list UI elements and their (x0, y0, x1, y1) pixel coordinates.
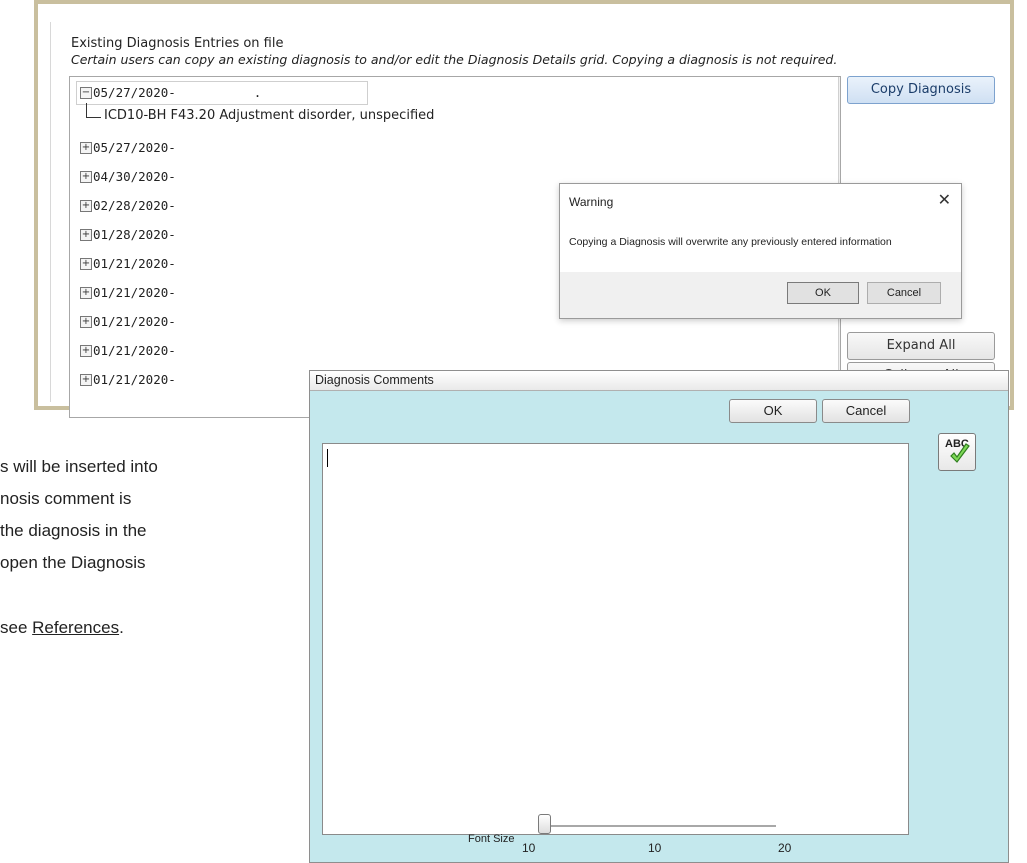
collapse-icon[interactable]: − (80, 86, 92, 99)
tree-item-1[interactable]: +05/27/2020- (80, 140, 176, 155)
slider-max-label: 20 (778, 841, 792, 855)
checkmark-icon (950, 443, 970, 463)
comments-titlebar[interactable]: Diagnosis Comments (310, 371, 1008, 391)
doc-text-line-1: s will be inserted into (0, 457, 158, 476)
tree-item-9[interactable]: +01/21/2020- (80, 372, 176, 387)
tree-item-6[interactable]: +01/21/2020- (80, 285, 176, 300)
existing-heading: Existing Diagnosis Entries on file (71, 36, 284, 51)
comments-ok-button[interactable]: OK (729, 399, 817, 423)
comments-textarea[interactable] (322, 443, 909, 835)
references-link[interactable]: References (32, 618, 119, 637)
tree-item-label: 01/21/2020- (93, 372, 176, 387)
slider-min-label: 10 (522, 841, 536, 855)
font-size-slider-track[interactable] (538, 825, 776, 827)
warning-cancel-button[interactable]: Cancel (867, 282, 941, 304)
tree-item-3[interactable]: +02/28/2020- (80, 198, 176, 213)
doc-text-line-2: nosis comment is (0, 489, 132, 508)
tree-item-label: 05/27/2020- (93, 85, 176, 100)
tree-connector (86, 103, 101, 118)
tree-item-2[interactable]: +04/30/2020- (80, 169, 176, 184)
tree-item-label: 01/21/2020- (93, 314, 176, 329)
warning-message: Copying a Diagnosis will overwrite any p… (569, 236, 892, 248)
doc-text-line-4: open the Diagnosis (0, 553, 146, 572)
doc-text-line-5: see References. (0, 618, 124, 638)
expand-icon[interactable]: + (80, 228, 92, 241)
close-icon[interactable]: ✕ (938, 190, 951, 210)
warning-title: Warning (569, 195, 614, 209)
doc-text-suffix: . (119, 618, 124, 637)
doc-text-prefix: see (0, 618, 33, 637)
tree-item-label: 05/27/2020- (93, 140, 176, 155)
expand-icon[interactable]: + (80, 373, 92, 386)
expand-icon[interactable]: + (80, 257, 92, 270)
text-caret (327, 449, 328, 467)
expand-icon[interactable]: + (80, 344, 92, 357)
spellcheck-button[interactable]: ABC (938, 433, 976, 471)
font-size-label: Font Size (468, 833, 515, 845)
diagnosis-comments-window: Diagnosis Comments OK Cancel ABC Font Si… (309, 370, 1009, 863)
comments-title: Diagnosis Comments (315, 373, 434, 387)
scroll-up-arrow-icon[interactable]: ▲ (839, 77, 840, 95)
font-size-slider-thumb[interactable] (538, 814, 551, 834)
tree-item-4[interactable]: +01/28/2020- (80, 227, 176, 242)
tree-item-suffix: . (253, 85, 262, 100)
expand-icon[interactable]: + (80, 141, 92, 154)
tree-item-label: 01/21/2020- (93, 343, 176, 358)
warning-footer: OK Cancel (560, 272, 961, 318)
slider-mid-label: 10 (648, 841, 662, 855)
copy-diagnosis-button[interactable]: Copy Diagnosis (847, 76, 995, 104)
tree-item-0[interactable]: −05/27/2020-. (80, 85, 261, 100)
tree-item-label: 01/21/2020- (93, 256, 176, 271)
tree-item-8[interactable]: +01/21/2020- (80, 343, 176, 358)
tree-child-item[interactable]: ICD10-BH F43.20 Adjustment disorder, uns… (104, 108, 434, 123)
expand-icon[interactable]: + (80, 286, 92, 299)
tree-item-5[interactable]: +01/21/2020- (80, 256, 176, 271)
existing-subheading: Certain users can copy an existing diagn… (71, 52, 838, 67)
comments-cancel-button[interactable]: Cancel (822, 399, 910, 423)
warning-dialog: Warning ✕ Copying a Diagnosis will overw… (559, 183, 962, 319)
expand-icon[interactable]: + (80, 170, 92, 183)
tree-item-label: 02/28/2020- (93, 198, 176, 213)
tree-item-label: 04/30/2020- (93, 169, 176, 184)
tree-item-label: 01/21/2020- (93, 285, 176, 300)
doc-text-line-3: the diagnosis in the (0, 521, 147, 540)
expand-icon[interactable]: + (80, 315, 92, 328)
expand-all-button[interactable]: Expand All (847, 332, 995, 360)
tree-item-label: 01/28/2020- (93, 227, 176, 242)
tree-item-7[interactable]: +01/21/2020- (80, 314, 176, 329)
expand-icon[interactable]: + (80, 199, 92, 212)
warning-ok-button[interactable]: OK (787, 282, 859, 304)
